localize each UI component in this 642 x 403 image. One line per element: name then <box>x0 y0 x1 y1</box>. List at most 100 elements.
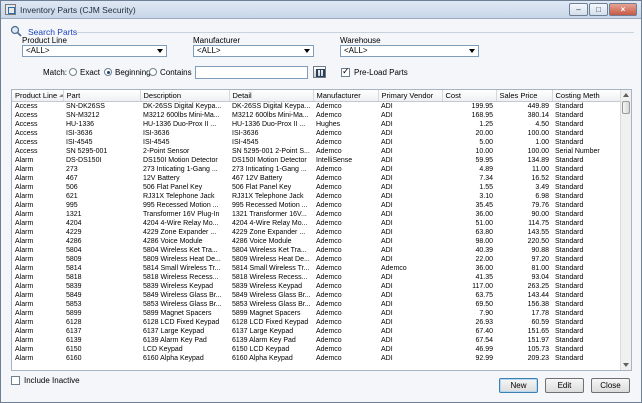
table-cell: 11.00 <box>532 165 549 173</box>
table-cell: 5818 <box>66 273 82 281</box>
manufacturer-combo[interactable]: <ALL> <box>193 45 314 57</box>
table-row[interactable]: Access SN 5295-001 2-Point Sensor SN 5295-0… <box>12 147 620 156</box>
table-row[interactable]: Alarm 5809 5809 Wireless Heat De... 5809 Wi… <box>12 255 620 264</box>
calculator-icon[interactable] <box>313 66 326 78</box>
table-row[interactable]: Alarm 1321 Transformer 16V Plug-In 1321 Tra… <box>12 210 620 219</box>
column-header[interactable]: Sales Price <box>496 90 553 102</box>
chevron-down-icon[interactable] <box>155 46 166 56</box>
new-button[interactable]: New <box>499 378 538 393</box>
column-header[interactable]: Part <box>63 90 141 102</box>
table-cell: 5899 Magnet Spacers <box>232 309 301 317</box>
column-header[interactable]: Detail <box>229 90 314 102</box>
chevron-down-icon[interactable] <box>467 46 478 56</box>
minimize-button[interactable]: – <box>569 3 588 16</box>
column-header[interactable]: Costing Meth <box>552 90 621 102</box>
table-row[interactable]: Alarm 4229 4229 Zone Expander ... 4229 Zone… <box>12 228 620 237</box>
table-cell: 5809 <box>66 255 82 263</box>
include-inactive-checkbox[interactable] <box>11 376 20 385</box>
table-row[interactable]: Alarm 273 273 Inticating 1-Gang ... 273 Int… <box>12 165 620 174</box>
table-cell: 5804 Wireless Ket Tra... <box>232 246 307 254</box>
match-contains-label[interactable]: Contains <box>160 68 192 77</box>
table-row[interactable]: Alarm 4286 4286 Voice Module 4286 Voice Mod… <box>12 237 620 246</box>
sort-ascending-icon <box>59 94 62 98</box>
table-row[interactable]: Alarm 4204 4204 4-Wire Relay Mo... 4204 4-W… <box>12 219 620 228</box>
preload-parts-checkbox[interactable] <box>341 66 350 77</box>
match-text-input[interactable] <box>195 66 308 79</box>
table-cell: 449.89 <box>527 102 549 110</box>
table-row[interactable]: Alarm 6137 6137 Large Keypad 6137 Large Key… <box>12 327 620 336</box>
table-cell: 5839 <box>66 282 82 290</box>
table-row[interactable]: Alarm 506 506 Flat Panel Key 506 Flat Panel… <box>12 183 620 192</box>
table-cell: Transformer 16V Plug-In <box>143 210 220 218</box>
table-cell: Ademco <box>316 264 342 272</box>
column-header[interactable]: Product Line <box>12 90 64 102</box>
product-line-combo[interactable]: <ALL> <box>22 45 167 57</box>
table-cell: 995 Recessed Motion ... <box>143 201 219 209</box>
table-row[interactable]: Access ISI-3636 ISI-3636 ISI-3636 Ademco ADI 2… <box>12 129 620 138</box>
match-contains-radio[interactable] <box>149 68 157 76</box>
edit-button[interactable]: Edit <box>545 378 584 393</box>
table-row[interactable]: Alarm 467 12V Battery 467 12V Battery Ademco… <box>12 174 620 183</box>
table-row[interactable]: Alarm 5839 5839 Wireless Keypad 5839 Wirele… <box>12 282 620 291</box>
close-window-button[interactable]: × <box>609 3 637 16</box>
column-header[interactable]: Cost <box>442 90 497 102</box>
vertical-scrollbar[interactable] <box>620 90 631 370</box>
table-cell: 4.50 <box>535 120 549 128</box>
table-row[interactable]: Alarm 5853 5853 Wireless Glass Br... 5853 W… <box>12 300 620 309</box>
table-row[interactable]: Alarm 6160 6160 Alpha Keypad 6160 Alpha Key… <box>12 354 620 363</box>
grid-body: Access SN-DK26SS DK-26SS Digital Keypa... D… <box>12 101 620 363</box>
table-cell: Ademco <box>316 165 342 173</box>
scroll-thumb[interactable] <box>622 101 630 114</box>
column-header[interactable]: Description <box>140 90 230 102</box>
table-row[interactable]: Access SN-M3212 M3212 600lbs Mini-Ma... M32… <box>12 111 620 120</box>
match-beginning-radio[interactable] <box>104 68 112 76</box>
table-row[interactable]: Alarm 5899 5899 Magnet Spacers 5899 Magnet … <box>12 309 620 318</box>
table-cell: Standard <box>555 318 584 326</box>
table-cell: ADI <box>381 192 393 200</box>
table-cell: ADI <box>381 309 393 317</box>
table-row[interactable]: Access SN-DK26SS DK-26SS Digital Keypa... D… <box>12 101 620 111</box>
scroll-down-icon[interactable] <box>621 360 631 370</box>
table-cell: 621 <box>66 192 78 200</box>
table-row[interactable]: Alarm DS-DS150I DS150I Motion Detector DS15… <box>12 156 620 165</box>
table-row[interactable]: Alarm 6128 6128 LCD Fixed Keypad 6128 LCD F… <box>12 318 620 327</box>
column-header[interactable]: Primary Vendor <box>378 90 443 102</box>
table-cell: Ademco <box>316 309 342 317</box>
grid-header-row: Product Line Part Description Detail Manufac… <box>12 90 621 102</box>
table-cell: 98.00 <box>475 237 493 245</box>
table-cell: Standard <box>555 174 584 182</box>
table-cell: Alarm <box>15 327 34 335</box>
warehouse-combo[interactable]: <ALL> <box>340 45 479 57</box>
table-row[interactable]: Access HU-1336 HU-1336 Duo-Prox II ... HU-1… <box>12 120 620 129</box>
table-row[interactable]: Access ISI-4545 ISI-4545 ISI-4545 Ademco ADI 5… <box>12 138 620 147</box>
match-exact-radio[interactable] <box>69 68 77 76</box>
table-cell: 995 Recessed Motion ... <box>232 201 308 209</box>
search-parts-divider <box>76 32 634 33</box>
table-row[interactable]: Alarm 621 RJ31X Telephone Jack RJ31X Teleph… <box>12 192 620 201</box>
table-cell: Standard <box>555 183 584 191</box>
table-cell: Alarm <box>15 246 34 254</box>
table-cell: ADI <box>381 273 393 281</box>
table-cell: ISI-3636 <box>66 129 93 137</box>
scroll-up-icon[interactable] <box>621 90 631 100</box>
close-button[interactable]: Close <box>591 378 630 393</box>
chevron-down-icon[interactable] <box>302 46 313 56</box>
table-cell: 1.00 <box>535 138 549 146</box>
table-row[interactable]: Alarm 5814 5814 Small Wireless Tr... 5814 S… <box>12 264 620 273</box>
table-row[interactable]: Alarm 6150 LCD Keypad 6150 LCD Keypad Ademco… <box>12 345 620 354</box>
table-cell: 93.04 <box>531 273 549 281</box>
match-exact-label[interactable]: Exact <box>80 68 100 77</box>
table-row[interactable]: Alarm 995 995 Recessed Motion ... 995 Reces… <box>12 201 620 210</box>
table-row[interactable]: Alarm 6139 6139 Alarm Key Pad 6139 Alarm Ke… <box>12 336 620 345</box>
maximize-button[interactable]: □ <box>589 3 608 16</box>
title-bar[interactable]: Inventory Parts (CJM Security) – □ × <box>1 1 641 19</box>
match-beginning-label[interactable]: Beginning <box>115 68 151 77</box>
table-cell: 5809 Wireless Heat De... <box>232 255 310 263</box>
parts-grid[interactable]: Product Line Part Description Detail Manufac… <box>11 89 632 371</box>
column-header[interactable]: Manufacturer <box>313 90 379 102</box>
include-inactive-label[interactable]: Include Inactive <box>24 376 80 385</box>
table-row[interactable]: Alarm 5804 5804 Wireless Ket Tra... 5804 Wi… <box>12 246 620 255</box>
table-row[interactable]: Alarm 5849 5849 Wireless Glass Br... 5849 W… <box>12 291 620 300</box>
table-row[interactable]: Alarm 5818 5818 Wireless Recess... 5818 Wir… <box>12 273 620 282</box>
preload-parts-label[interactable]: Pre-Load Parts <box>354 68 408 77</box>
